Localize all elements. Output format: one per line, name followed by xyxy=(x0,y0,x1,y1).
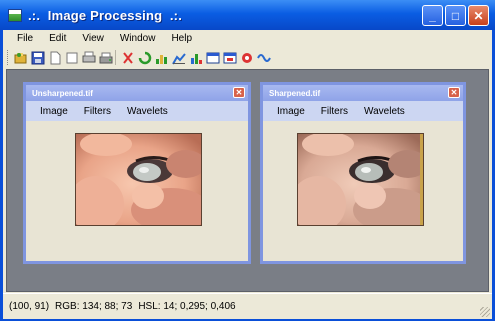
histogram2-icon[interactable] xyxy=(172,51,186,65)
child-window-unsharpened[interactable]: Unsharpened.tif ✕ Image Filters Wavelets xyxy=(23,82,251,264)
status-rgb: RGB: 134; 88; 73 xyxy=(55,301,133,312)
child-menu-image[interactable]: Image xyxy=(40,106,68,117)
cut-icon[interactable] xyxy=(121,51,135,65)
child-close-button[interactable]: ✕ xyxy=(233,87,245,98)
print-icon[interactable] xyxy=(82,51,96,65)
child-menu-bar: Image Filters Wavelets xyxy=(263,101,463,121)
menu-bar: File Edit View Window Help xyxy=(3,30,492,47)
refresh-icon[interactable] xyxy=(138,51,152,65)
status-bar: (100, 91) RGB: 134; 88; 73 HSL: 14; 0,29… xyxy=(3,293,492,319)
menu-window[interactable]: Window xyxy=(120,33,156,44)
new-icon[interactable] xyxy=(48,51,62,65)
child-close-button[interactable]: ✕ xyxy=(448,87,460,98)
menu-edit[interactable]: Edit xyxy=(49,33,66,44)
blank-icon[interactable] xyxy=(65,51,79,65)
child-title: Sharpened.tif xyxy=(269,88,321,98)
window-icon[interactable] xyxy=(206,51,220,65)
resize-grip[interactable] xyxy=(480,307,490,317)
menu-help[interactable]: Help xyxy=(171,33,192,44)
status-coords: (100, 91) xyxy=(9,301,50,312)
image-unsharpened[interactable] xyxy=(75,133,202,226)
toolbar-separator xyxy=(115,50,116,65)
window2-icon[interactable] xyxy=(223,51,237,65)
title-bar[interactable]: .:. Image Processing .:. _ □ ✕ xyxy=(0,0,495,30)
child-menu-bar: Image Filters Wavelets xyxy=(26,101,248,121)
child-menu-filters[interactable]: Filters xyxy=(84,106,111,117)
status-hsl: HSL: 14; 0,295; 0,406 xyxy=(138,301,236,312)
image-sharpened[interactable] xyxy=(297,133,424,226)
toolbar-grip[interactable] xyxy=(7,50,11,65)
menu-view[interactable]: View xyxy=(82,33,104,44)
child-menu-wavelets[interactable]: Wavelets xyxy=(127,106,168,117)
app-icon[interactable] xyxy=(8,8,22,22)
child-title: Unsharpened.tif xyxy=(32,88,93,98)
app-window: .:. Image Processing .:. _ □ ✕ File Edit… xyxy=(0,0,495,321)
close-button[interactable]: ✕ xyxy=(468,5,489,26)
child-title-bar[interactable]: Sharpened.tif ✕ xyxy=(263,85,463,101)
minimize-button[interactable]: _ xyxy=(422,5,443,26)
save-icon[interactable] xyxy=(31,51,45,65)
open-icon[interactable] xyxy=(14,51,28,65)
histogram3-icon[interactable] xyxy=(189,51,203,65)
scan-icon[interactable] xyxy=(99,51,113,65)
window-title: .:. Image Processing .:. xyxy=(28,7,183,23)
child-menu-filters[interactable]: Filters xyxy=(321,106,348,117)
child-window-sharpened[interactable]: Sharpened.tif ✕ Image Filters Wavelets xyxy=(260,82,466,264)
histogram-icon[interactable] xyxy=(155,51,169,65)
child-menu-wavelets[interactable]: Wavelets xyxy=(364,106,405,117)
toolbar xyxy=(3,48,492,67)
maximize-button[interactable]: □ xyxy=(445,5,466,26)
child-title-bar[interactable]: Unsharpened.tif ✕ xyxy=(26,85,248,101)
color-icon[interactable] xyxy=(240,51,254,65)
wavelet-icon[interactable] xyxy=(257,51,271,65)
mdi-workspace: Unsharpened.tif ✕ Image Filters Wavelets xyxy=(6,69,489,292)
menu-file[interactable]: File xyxy=(17,33,33,44)
child-menu-image[interactable]: Image xyxy=(277,106,305,117)
